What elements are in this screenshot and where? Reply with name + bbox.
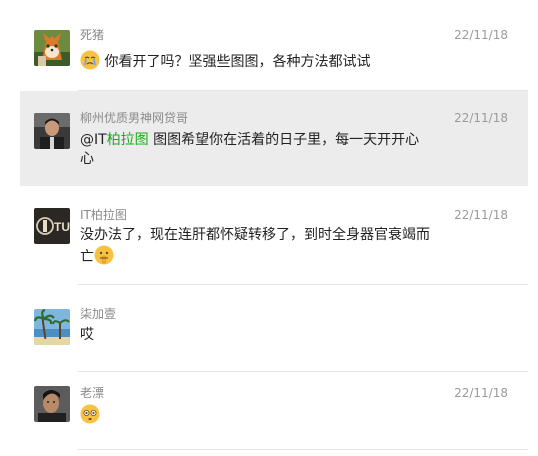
crying-face-emoji: [80, 50, 100, 70]
commenter-name[interactable]: 柒加壹: [80, 307, 116, 321]
mention-prefix[interactable]: @IT: [80, 132, 107, 148]
comment-text-body: 没办法了，现在连肝都怀疑转移了，到时全身器官衰竭而亡: [80, 227, 430, 265]
commenter-name[interactable]: 老漂: [80, 386, 104, 400]
fox-avatar[interactable]: [34, 30, 70, 66]
comment-text: 你看开了吗？坚强些图图，各种方法都试试: [80, 50, 430, 72]
comment-time: 22/11/18: [454, 111, 508, 125]
comment-time: 22/11/18: [454, 386, 508, 400]
comment-text-body: 哎: [80, 327, 94, 343]
moments-comments-page: 死猪 22/11/18 你看开了吗？坚强些图图，各种方法都试试 柳州优质男神网贷…: [0, 0, 538, 456]
commenter-name[interactable]: IT柏拉图: [80, 208, 127, 222]
shushing-face-emoji: [94, 245, 114, 265]
comment-list: 死猪 22/11/18 你看开了吗？坚强些图图，各种方法都试试 柳州优质男神网贷…: [0, 0, 538, 456]
commenter-name[interactable]: 死猪: [80, 28, 104, 42]
comment-time: 22/11/18: [454, 208, 508, 222]
divider: [78, 449, 528, 450]
comment-item: 死猪 22/11/18 你看开了吗？坚强些图图，各种方法都试试: [20, 18, 528, 90]
comment-item: 老漂 22/11/18: [20, 372, 528, 450]
flushed-face-emoji: [80, 404, 100, 424]
commenter-name[interactable]: 柳州优质男神网贷哥: [80, 111, 188, 125]
itu-logo-avatar[interactable]: TU: [34, 208, 70, 244]
svg-text:TU: TU: [54, 220, 70, 234]
comment-time: 22/11/18: [454, 28, 508, 42]
mention-link[interactable]: 柏拉图: [107, 132, 149, 148]
man-photo-avatar[interactable]: [34, 113, 70, 149]
palm-beach-avatar[interactable]: [34, 309, 70, 345]
comment-text-body: 你看开了吗？坚强些图图，各种方法都试试: [104, 54, 371, 70]
comment-item-highlighted: 柳州优质男神网贷哥 22/11/18 @IT柏拉图 图图希望你在活着的日子里，每…: [20, 91, 528, 186]
comment-text: [80, 404, 430, 426]
comment-text: @IT柏拉图 图图希望你在活着的日子里，每一天开开心心: [80, 131, 430, 169]
comment-text: 没办法了，现在连肝都怀疑转移了，到时全身器官衰竭而亡: [80, 226, 430, 267]
comment-item: 柒加壹 哎: [20, 285, 528, 371]
man-portrait-avatar[interactable]: [34, 386, 70, 422]
comment-text: 哎: [80, 326, 430, 345]
comment-item: TU IT柏拉图 22/11/18 没办法了，现在连肝都怀疑转移了，到时全身器官…: [20, 196, 528, 284]
